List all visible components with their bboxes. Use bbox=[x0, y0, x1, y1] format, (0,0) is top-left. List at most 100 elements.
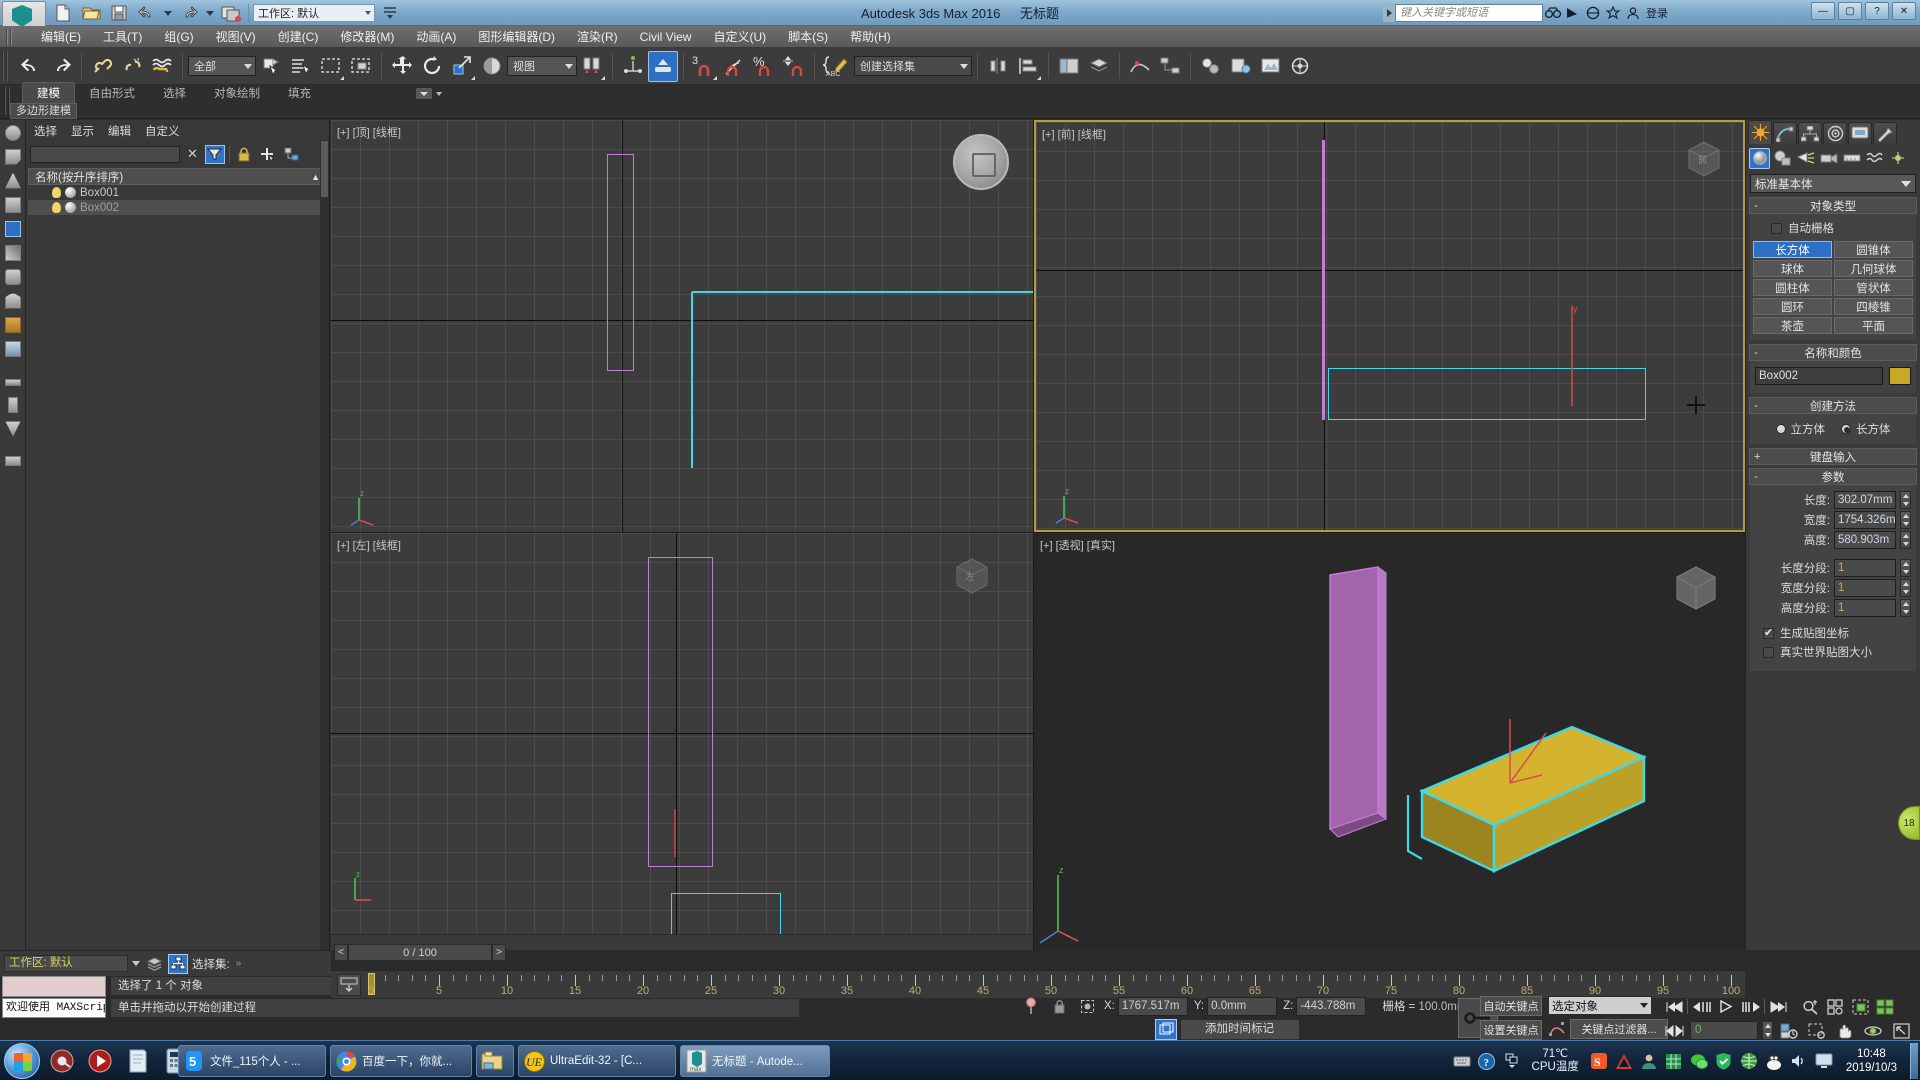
show-desktop-button[interactable] bbox=[1910, 1043, 1918, 1079]
filter-funnel-icon[interactable] bbox=[204, 144, 225, 164]
menu-item-create[interactable]: 创建(C) bbox=[267, 26, 330, 47]
poly-modeling-icon-2[interactable] bbox=[1, 145, 25, 168]
object-color-swatch[interactable] bbox=[1889, 367, 1911, 385]
poly-modeling-icon-14[interactable] bbox=[1, 449, 25, 472]
object-box002-wireframe[interactable] bbox=[1328, 368, 1646, 420]
autodesk-360-icon[interactable] bbox=[1583, 3, 1603, 22]
rendered-frame-window-button[interactable] bbox=[1256, 51, 1286, 82]
object-box002-wireframe[interactable] bbox=[331, 120, 1033, 532]
kingsoft-icon[interactable] bbox=[1615, 1052, 1633, 1070]
poly-modeling-icon-6[interactable] bbox=[1, 241, 25, 264]
set-key-button[interactable]: 设置关键点 bbox=[1480, 1020, 1542, 1040]
param-spinner-width[interactable] bbox=[1900, 511, 1911, 529]
maximize-button[interactable]: ▢ bbox=[1838, 2, 1862, 20]
chevron-down-icon[interactable] bbox=[436, 91, 442, 96]
start-button[interactable] bbox=[4, 1043, 40, 1079]
select-object-button[interactable] bbox=[256, 51, 286, 82]
help-button[interactable]: ? bbox=[1865, 2, 1889, 20]
menu-item-group[interactable]: 组(G) bbox=[153, 26, 204, 47]
track-bar[interactable]: 5 10 15 20 25 30 35 40 45 50 55 60 65 70 75 80 85 90 95 100… bbox=[331, 970, 1745, 998]
utilities-tab[interactable] bbox=[1873, 122, 1897, 144]
poly-modeling-icon-10[interactable] bbox=[1, 337, 25, 360]
angle-snap-toggle-button[interactable] bbox=[719, 51, 749, 82]
network-icon[interactable] bbox=[1740, 1052, 1758, 1070]
lightbulb-icon[interactable] bbox=[52, 187, 61, 198]
user-account-icon[interactable] bbox=[1623, 3, 1643, 22]
sogou-input-icon[interactable]: S bbox=[1590, 1052, 1608, 1070]
ribbon-panel-poly-modeling[interactable]: 多边形建模 bbox=[10, 103, 77, 119]
object-button-cone[interactable]: 圆锥体 bbox=[1834, 241, 1913, 258]
radio-cuboid[interactable]: 长方体 bbox=[1841, 421, 1891, 437]
orbit-icon[interactable] bbox=[1861, 1020, 1885, 1041]
menu-item-modifiers[interactable]: 修改器(M) bbox=[329, 26, 405, 47]
curve-editor-button[interactable] bbox=[1125, 51, 1155, 82]
sort-hierarchy-icon[interactable] bbox=[282, 145, 302, 164]
material-editor-button[interactable] bbox=[1196, 51, 1226, 82]
zoom-all-icon[interactable] bbox=[1823, 996, 1847, 1017]
rollout-header-creation-method[interactable]: - 创建方法 bbox=[1749, 397, 1917, 414]
explorer-scrollbar[interactable] bbox=[320, 140, 329, 950]
zoom-region-tool-icon[interactable] bbox=[1805, 1020, 1829, 1041]
excel-grid-icon[interactable] bbox=[1665, 1052, 1683, 1070]
show-hidden-icons-icon[interactable] bbox=[1503, 1052, 1521, 1070]
coord-input-x[interactable]: 1767.517m bbox=[1117, 996, 1188, 1016]
list-item[interactable]: Box002 bbox=[28, 200, 327, 215]
workspace-status-value[interactable]: 工作区: 默认 bbox=[4, 955, 128, 972]
lightbulb-icon[interactable] bbox=[52, 202, 61, 213]
volume-icon[interactable] bbox=[1790, 1052, 1808, 1070]
rollout-header-keyboard-entry[interactable]: + 键盘输入 bbox=[1749, 448, 1917, 465]
set-key-curve-icon[interactable] bbox=[1548, 1019, 1566, 1039]
menu-item-graph-editors[interactable]: 图形编辑器(D) bbox=[467, 26, 566, 47]
explorer-menu-display[interactable]: 显示 bbox=[71, 123, 94, 139]
object-button-box[interactable]: 长方体 bbox=[1753, 241, 1832, 258]
edit-named-selection-sets-button[interactable]: ABC bbox=[820, 51, 854, 82]
current-frame-spinner[interactable] bbox=[1762, 1021, 1773, 1040]
selection-filter-combo[interactable]: 全部 bbox=[188, 56, 256, 76]
real-world-map-size-checkbox[interactable] bbox=[1763, 646, 1774, 658]
poly-modeling-icon-12[interactable] bbox=[1, 393, 25, 416]
play-animation-button[interactable] bbox=[1714, 996, 1738, 1017]
menu-item-civil-view[interactable]: Civil View bbox=[629, 28, 703, 46]
select-by-name-button[interactable] bbox=[286, 51, 316, 82]
task-button[interactable] bbox=[476, 1045, 514, 1077]
lock-icon[interactable] bbox=[234, 145, 254, 164]
spinner-snap-toggle-button[interactable] bbox=[779, 51, 809, 82]
rollout-header-object-type[interactable]: - 对象类型 bbox=[1749, 197, 1917, 214]
search-input[interactable]: 键入关键字或短语 bbox=[1395, 3, 1543, 22]
mirror-button[interactable] bbox=[983, 51, 1013, 82]
keyboard-layout-icon[interactable] bbox=[1453, 1052, 1471, 1070]
notepad-icon[interactable] bbox=[124, 1046, 152, 1076]
toggle-layer-explorer-button[interactable] bbox=[1084, 51, 1114, 82]
generate-mapping-coords-checkbox[interactable] bbox=[1763, 626, 1774, 639]
use-pivot-point-center-button[interactable] bbox=[577, 51, 607, 82]
maxscript-output-pane[interactable] bbox=[2, 976, 106, 997]
login-label[interactable]: 登录 bbox=[1646, 5, 1668, 21]
explorer-menu-edit[interactable]: 编辑 bbox=[108, 123, 131, 139]
named-selection-sets-combo[interactable]: 创建选择集 bbox=[854, 56, 972, 76]
poly-modeling-icon-7[interactable] bbox=[1, 265, 25, 288]
hierarchy-tab[interactable] bbox=[1798, 122, 1822, 144]
task-button[interactable]: 5 文件_115个人 - ... bbox=[178, 1045, 326, 1077]
ribbon-tab-populate[interactable]: 填充 bbox=[274, 83, 325, 103]
satellite-dish-icon[interactable] bbox=[1563, 3, 1583, 22]
explorer-find-input[interactable] bbox=[30, 145, 180, 163]
menu-item-scripting[interactable]: 脚本(S) bbox=[777, 26, 839, 47]
shapes-subtab[interactable] bbox=[1772, 148, 1793, 169]
cpu-temperature-widget[interactable]: 71℃ CPU温度 bbox=[1532, 1048, 1579, 1074]
param-input-height-segs[interactable]: 1 bbox=[1834, 599, 1896, 617]
time-tag-icon[interactable] bbox=[1155, 1019, 1177, 1040]
layers-icon[interactable] bbox=[144, 954, 164, 974]
ribbon-tab-modeling[interactable]: 建模 bbox=[22, 82, 75, 103]
viewport-perspective[interactable]: z [+] [透视] [真实] bbox=[1034, 533, 1745, 950]
object-button-teapot[interactable]: 茶壶 bbox=[1753, 317, 1832, 334]
select-and-scale-button[interactable] bbox=[447, 51, 477, 82]
menu-item-tools[interactable]: 工具(T) bbox=[92, 26, 153, 47]
task-button[interactable]: UE UltraEdit-32 - [C... bbox=[518, 1045, 676, 1077]
menu-grip[interactable] bbox=[6, 29, 14, 45]
object-button-sphere[interactable]: 球体 bbox=[1753, 260, 1832, 277]
select-and-manipulate-button[interactable] bbox=[648, 50, 678, 82]
cameras-subtab[interactable] bbox=[1818, 148, 1839, 169]
pan-hand-icon[interactable] bbox=[1833, 1020, 1857, 1041]
viewport-front[interactable]: y z 前 [+] [前] [线框] bbox=[1034, 120, 1745, 532]
key-filters-button[interactable]: 关键点过滤器... bbox=[1570, 1019, 1668, 1039]
